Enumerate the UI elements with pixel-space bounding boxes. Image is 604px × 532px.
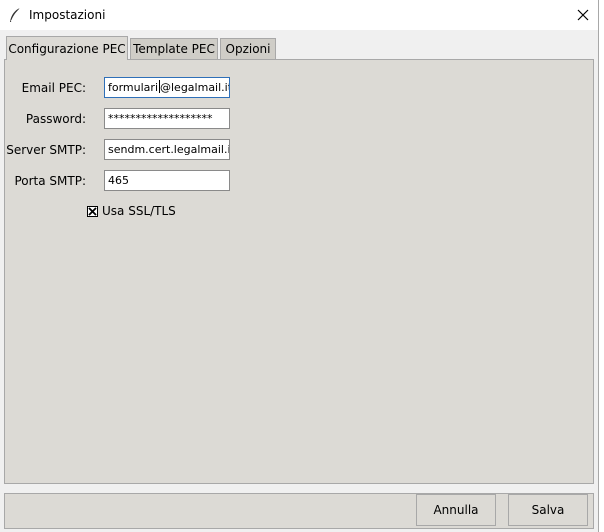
cancel-button[interactable]: Annulla [416,494,496,526]
smtp-port-field[interactable]: 465 [104,170,230,191]
settings-window: Impostazioni Configurazione PEC Template… [0,0,599,532]
feather-icon [10,7,21,22]
button-bar [4,493,594,529]
tab-configurazione-pec[interactable]: Configurazione PEC [6,36,128,60]
background-window-edge [599,0,604,532]
text-caret [159,80,160,93]
title-bar[interactable]: Impostazioni [0,0,598,30]
email-label: Email PEC: [21,81,86,95]
close-icon [577,9,589,21]
password-field[interactable]: ******************* [104,108,230,129]
smtp-server-field[interactable]: sendm.cert.legalmail.it [104,139,230,160]
tab-panel [4,59,594,484]
ssl-checkbox[interactable] [87,205,98,217]
tab-template-pec[interactable]: Template PEC [130,38,218,60]
smtp-port-label: Porta SMTP: [14,174,86,188]
email-field[interactable]: formulari @legalmail.it [104,77,230,98]
check-icon [88,206,97,216]
window-title: Impostazioni [29,8,106,22]
close-button[interactable] [568,0,598,30]
email-value: formulari @legalmail.it [108,80,230,94]
ssl-option[interactable]: Usa SSL/TLS [87,204,176,218]
save-button[interactable]: Salva [508,494,588,526]
password-label: Password: [25,112,86,126]
smtp-server-label: Server SMTP: [6,143,86,157]
tab-opzioni[interactable]: Opzioni [220,38,276,60]
ssl-label[interactable]: Usa SSL/TLS [102,204,176,218]
